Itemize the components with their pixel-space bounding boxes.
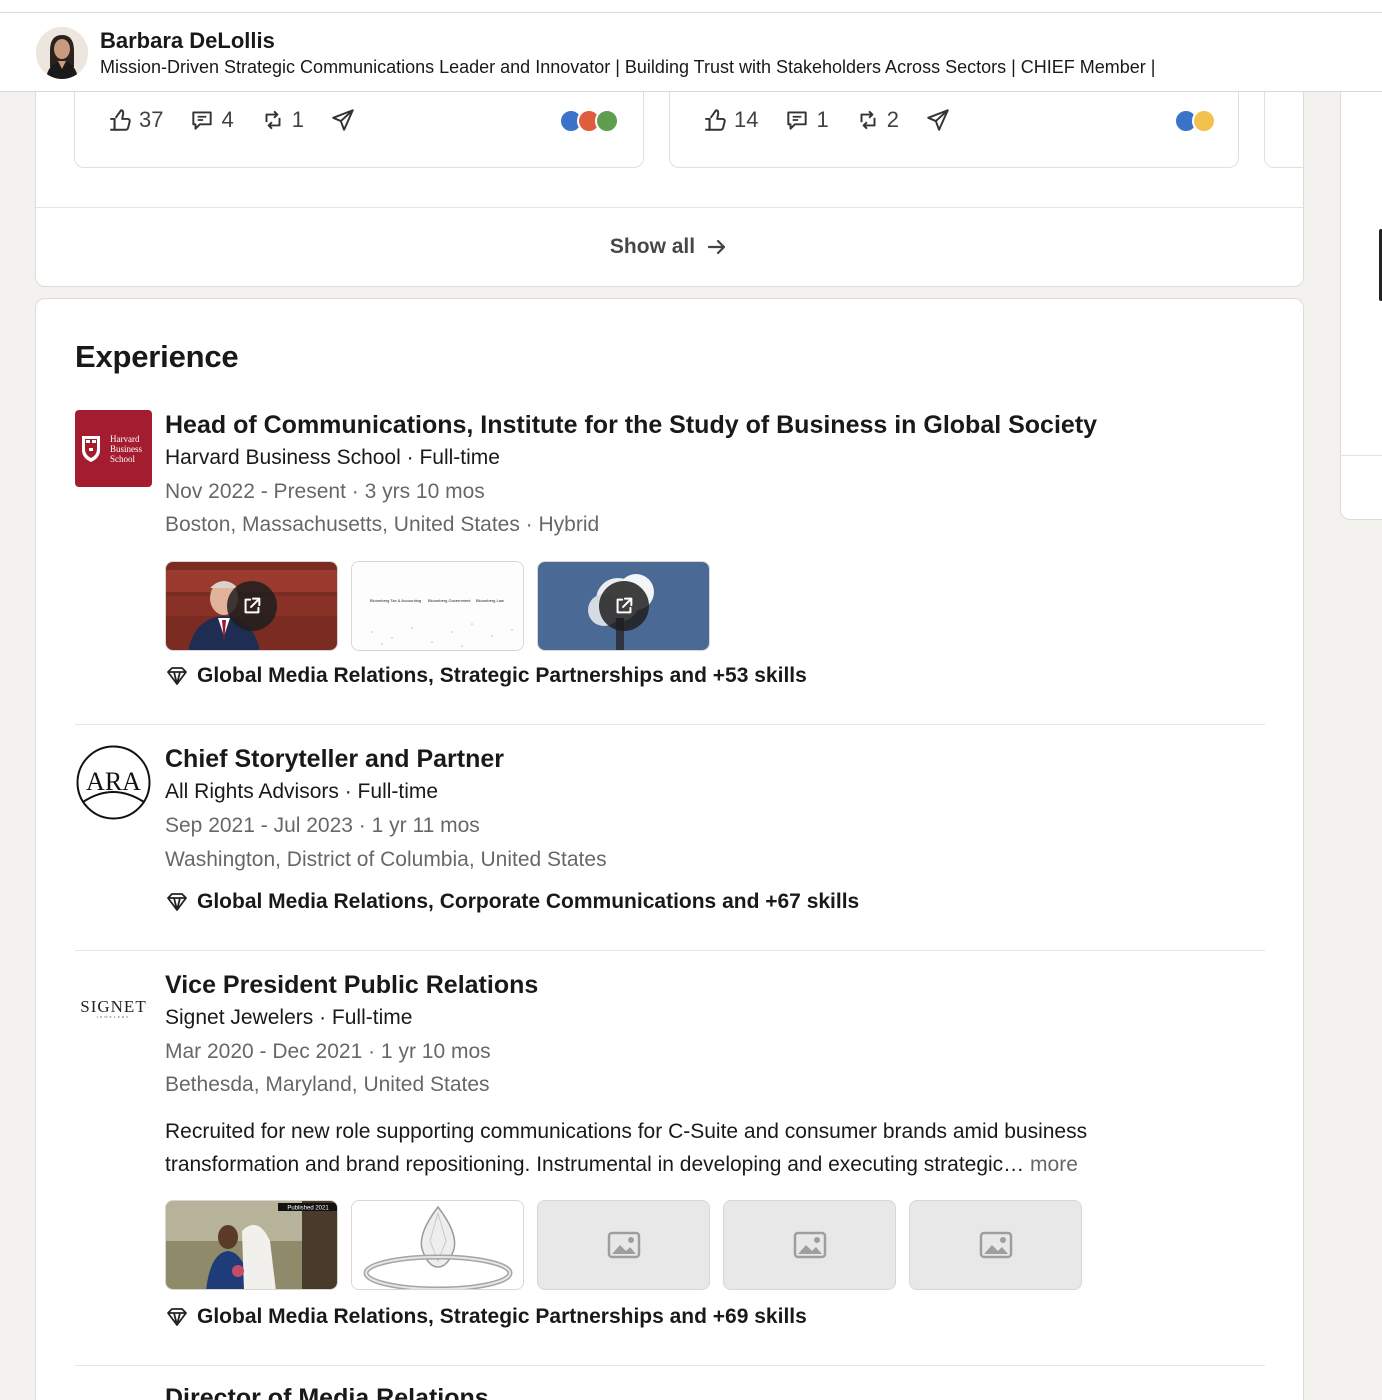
company-logo-ara[interactable]: ARA [75,744,152,821]
media-thumbnails: Published 2021 [165,1200,1082,1290]
activity-post-partial[interactable] [1264,80,1303,168]
job-skills[interactable]: Global Media Relations, Strategic Partne… [165,1305,807,1329]
external-link-icon [226,581,277,631]
profile-avatar[interactable] [36,27,88,79]
send-icon[interactable] [330,107,356,133]
repost-count[interactable]: 1 [292,107,304,133]
activity-post[interactable]: 14 1 2 [669,80,1239,168]
like-icon [110,109,131,131]
skills-text: Global Media Relations, Strategic Partne… [197,664,807,687]
like-count[interactable]: 37 [139,107,163,133]
post-social-counts: 37 4 1 [107,107,356,133]
comment-count[interactable]: 4 [221,107,233,133]
like-icon [705,109,726,131]
job-dates: Nov 2022 - Present · 3 yrs 10 mos [165,480,485,503]
comment-icon [192,111,213,130]
media-placeholder[interactable] [537,1200,710,1290]
logo-subtext: JEWELERS [97,1015,131,1019]
top-nav-strip [0,0,1382,13]
media-thumbnail[interactable] [537,561,710,651]
job-title[interactable]: Director of Media Relations [165,1383,489,1400]
job-title[interactable]: Chief Storyteller and Partner [165,744,504,774]
like-count[interactable]: 14 [734,107,758,133]
sticky-profile-header: Barbara DeLollis Mission-Driven Strategi… [0,13,1382,92]
profile-name: Barbara DeLollis [100,28,275,53]
comment-count[interactable]: 1 [816,107,828,133]
skills-text: Global Media Relations, Corporate Commun… [197,890,860,913]
experience-section: Experience Harvard Business School Head … [35,298,1304,1400]
insightful-icon [1192,109,1216,133]
divider [75,950,1265,951]
thumb-text: Bloomberg Tax & Accounting [370,598,421,603]
show-all-activity-button[interactable]: Show all [36,208,1303,286]
profile-headline: Mission-Driven Strategic Communications … [100,57,1156,77]
job-title[interactable]: Vice President Public Relations [165,970,538,1000]
divider [75,724,1265,725]
company-employment: Harvard Business School · Full-time [165,446,500,469]
reaction-icons[interactable] [1174,109,1216,133]
show-all-label: Show all [609,235,696,258]
thumb-text: Bloomberg Government [428,598,471,603]
company-employment: All Rights Advisors · Full-time [165,780,439,803]
post-social-counts: 14 1 2 [702,107,951,133]
job-skills[interactable]: Global Media Relations, Corporate Commun… [165,890,859,914]
support-icon [595,109,619,133]
divider [1341,455,1382,456]
external-link-icon [598,581,649,631]
job-title[interactable]: Head of Communications, Institute for th… [165,410,1097,440]
divider [75,1365,1265,1366]
description-text: Recruited for new role supporting commun… [165,1120,1088,1176]
thumb-text: Bloomberg Law [476,598,504,603]
repost-icon [265,110,281,130]
media-placeholder[interactable] [723,1200,896,1290]
company-logo-hbs[interactable]: Harvard Business School [75,410,152,487]
diamond-skills-icon [167,893,187,911]
media-thumbnail[interactable] [351,1200,524,1290]
media-thumbnail[interactable] [165,561,338,651]
job-location: Bethesda, Maryland, United States [165,1073,490,1096]
company-logo-signet[interactable]: SIGNET JEWELERS [75,970,152,1047]
skills-text: Global Media Relations, Strategic Partne… [197,1305,807,1328]
job-location: Boston, Massachusetts, United States · H… [165,513,600,536]
activity-post[interactable]: 37 4 1 [74,80,644,168]
reaction-icons[interactable] [559,109,619,133]
image-placeholder-icon [793,1231,826,1259]
repost-count[interactable]: 2 [887,107,899,133]
image-placeholder-icon [979,1231,1012,1259]
job-location: Washington, District of Columbia, United… [165,848,607,871]
diamond-skills-icon [167,667,187,685]
media-badge: Published 2021 [287,1206,329,1212]
right-sidebar-card [1340,40,1382,520]
send-icon[interactable] [925,107,951,133]
job-dates: Sep 2021 - Jul 2023 · 1 yr 11 mos [165,814,480,837]
diamond-skills-icon [167,1308,187,1326]
job-description: Recruited for new role supporting commun… [165,1115,1225,1181]
comment-icon [787,111,808,130]
company-employment: Signet Jewelers · Full-time [165,1006,413,1029]
media-thumbnails: Bloomberg Tax & Accounting Bloomberg Gov… [165,561,710,651]
logo-text-line: Harvard [110,434,140,444]
see-more-link[interactable]: more [1030,1153,1078,1176]
media-thumbnail[interactable]: Published 2021 [165,1200,338,1290]
logo-text-line: School [110,454,136,464]
job-dates: Mar 2020 - Dec 2021 · 1 yr 10 mos [165,1040,491,1063]
repost-icon [860,110,876,130]
section-title: Experience [75,339,239,374]
media-placeholder[interactable] [909,1200,1082,1290]
logo-text-line: Business [110,444,143,454]
arrow-right-icon [707,239,726,255]
logo-text: SIGNET [80,997,146,1016]
media-thumbnail[interactable]: Bloomberg Tax & Accounting Bloomberg Gov… [351,561,524,651]
logo-text: ARA [86,767,141,796]
job-skills[interactable]: Global Media Relations, Strategic Partne… [165,664,807,688]
image-placeholder-icon [607,1231,640,1259]
